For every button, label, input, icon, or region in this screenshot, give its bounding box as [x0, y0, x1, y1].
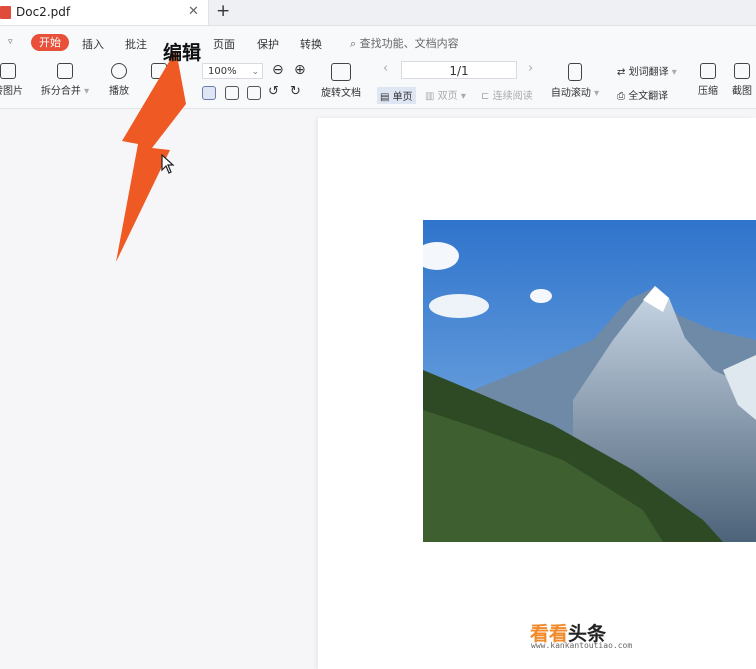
play-button[interactable]: 播放 — [103, 63, 135, 97]
mountain-photo — [423, 220, 756, 542]
compress-label: 压缩 — [698, 86, 718, 97]
search-placeholder: 查找功能、文档内容 — [359, 37, 459, 50]
double-page-button[interactable]: ▥ 双页 ▾ — [425, 87, 466, 102]
compress-button[interactable]: 压缩 — [695, 63, 721, 97]
annotation-label: 编辑 — [163, 42, 202, 64]
menu-item-start[interactable]: 开始 — [31, 34, 69, 51]
single-page-button[interactable]: ▤ 单页 — [377, 87, 416, 104]
full-translate-button[interactable]: ⎙ 全文翻译 — [617, 87, 668, 102]
continuous-reading-icon: ⊏ — [481, 91, 490, 102]
rotate-left-icon[interactable]: ↺ — [268, 84, 279, 99]
full-translate-label: 全文翻译 — [628, 91, 669, 102]
zoom-out-icon[interactable]: ⊖ — [272, 62, 284, 78]
menu-item-annotate[interactable]: 批注 — [125, 36, 147, 52]
page-number-input[interactable]: 1/1 — [401, 61, 517, 79]
to-image-button[interactable]: 转图片 — [0, 63, 28, 97]
auto-scroll-label: 自动滚动 — [550, 88, 591, 99]
play-label: 播放 — [109, 86, 129, 97]
split-merge-icon — [57, 63, 73, 79]
menu-item-page[interactable]: 页面 — [213, 36, 235, 52]
tab-bar: Doc2.pdf ✕ + — [0, 0, 756, 26]
split-merge-label: 拆分合并 — [40, 86, 81, 97]
full-translate-icon: ⎙ — [617, 91, 625, 102]
continuous-reading-label: 连续阅读 — [492, 91, 533, 102]
fit-width-icon[interactable] — [247, 86, 261, 100]
zoom-in-icon[interactable]: ⊕ — [294, 62, 306, 78]
single-page-icon: ▤ — [380, 92, 390, 103]
rotate-document-icon — [331, 63, 351, 81]
document-tab[interactable]: Doc2.pdf ✕ — [0, 0, 209, 25]
rotate-document-label: 旋转文档 — [321, 88, 361, 99]
auto-scroll-icon — [568, 63, 582, 81]
actual-size-icon[interactable] — [202, 86, 216, 100]
new-tab-button[interactable]: + — [216, 1, 230, 21]
search-field[interactable]: ⌕ 查找功能、文档内容 — [350, 35, 459, 51]
word-translate-icon: ⇄ — [617, 67, 626, 78]
page-indicator: 1/1 — [449, 64, 469, 78]
single-page-label: 单页 — [392, 92, 413, 103]
screenshot-label: 截图 — [732, 86, 752, 97]
rotate-document-button[interactable]: 旋转文档 — [318, 63, 364, 99]
continuous-reading-button[interactable]: ⊏ 连续阅读 — [481, 87, 533, 102]
play-icon — [111, 63, 127, 79]
edit-icon — [151, 63, 167, 79]
rotate-right-icon[interactable]: ↻ — [290, 84, 301, 99]
compress-icon — [700, 63, 716, 79]
menu-item-convert[interactable]: 转换 — [300, 36, 322, 52]
mountain-landscape-image — [423, 220, 756, 542]
edit-tool-button[interactable] — [151, 63, 167, 82]
to-image-label: 转图片 — [0, 86, 23, 97]
zoom-value: 100% — [208, 66, 237, 77]
word-translate-button[interactable]: ⇄ 划词翻译 ▾ — [617, 63, 677, 78]
search-icon: ⌕ — [350, 37, 357, 50]
zoom-select[interactable]: 100% ⌄ — [202, 63, 263, 79]
split-merge-button[interactable]: 拆分合并 ▾ — [38, 63, 92, 97]
image-icon — [0, 63, 16, 79]
close-tab-icon[interactable]: ✕ — [188, 4, 199, 19]
fit-page-icon[interactable] — [225, 86, 239, 100]
menu-item-protect[interactable]: 保护 — [257, 36, 279, 52]
double-page-icon: ▥ — [425, 91, 435, 102]
document-tab-title: Doc2.pdf — [16, 5, 71, 19]
next-page-icon[interactable]: › — [528, 61, 533, 76]
screenshot-button[interactable]: 截图 — [730, 63, 754, 97]
mouse-cursor-icon — [161, 154, 175, 174]
auto-scroll-button[interactable]: 自动滚动 ▾ — [549, 63, 601, 99]
menu-overflow-icon[interactable]: ▿ — [8, 37, 13, 47]
double-page-label: 双页 — [437, 91, 458, 102]
word-translate-label: 划词翻译 — [628, 67, 669, 78]
chevron-down-icon: ⌄ — [251, 67, 259, 77]
watermark-url: www.kankantoutiao.com — [531, 641, 633, 650]
pdf-file-icon — [0, 6, 11, 19]
screenshot-icon — [734, 63, 750, 79]
document-left-pane — [0, 109, 318, 669]
previous-page-icon[interactable]: ‹ — [383, 61, 388, 76]
menu-item-insert[interactable]: 插入 — [82, 36, 104, 52]
